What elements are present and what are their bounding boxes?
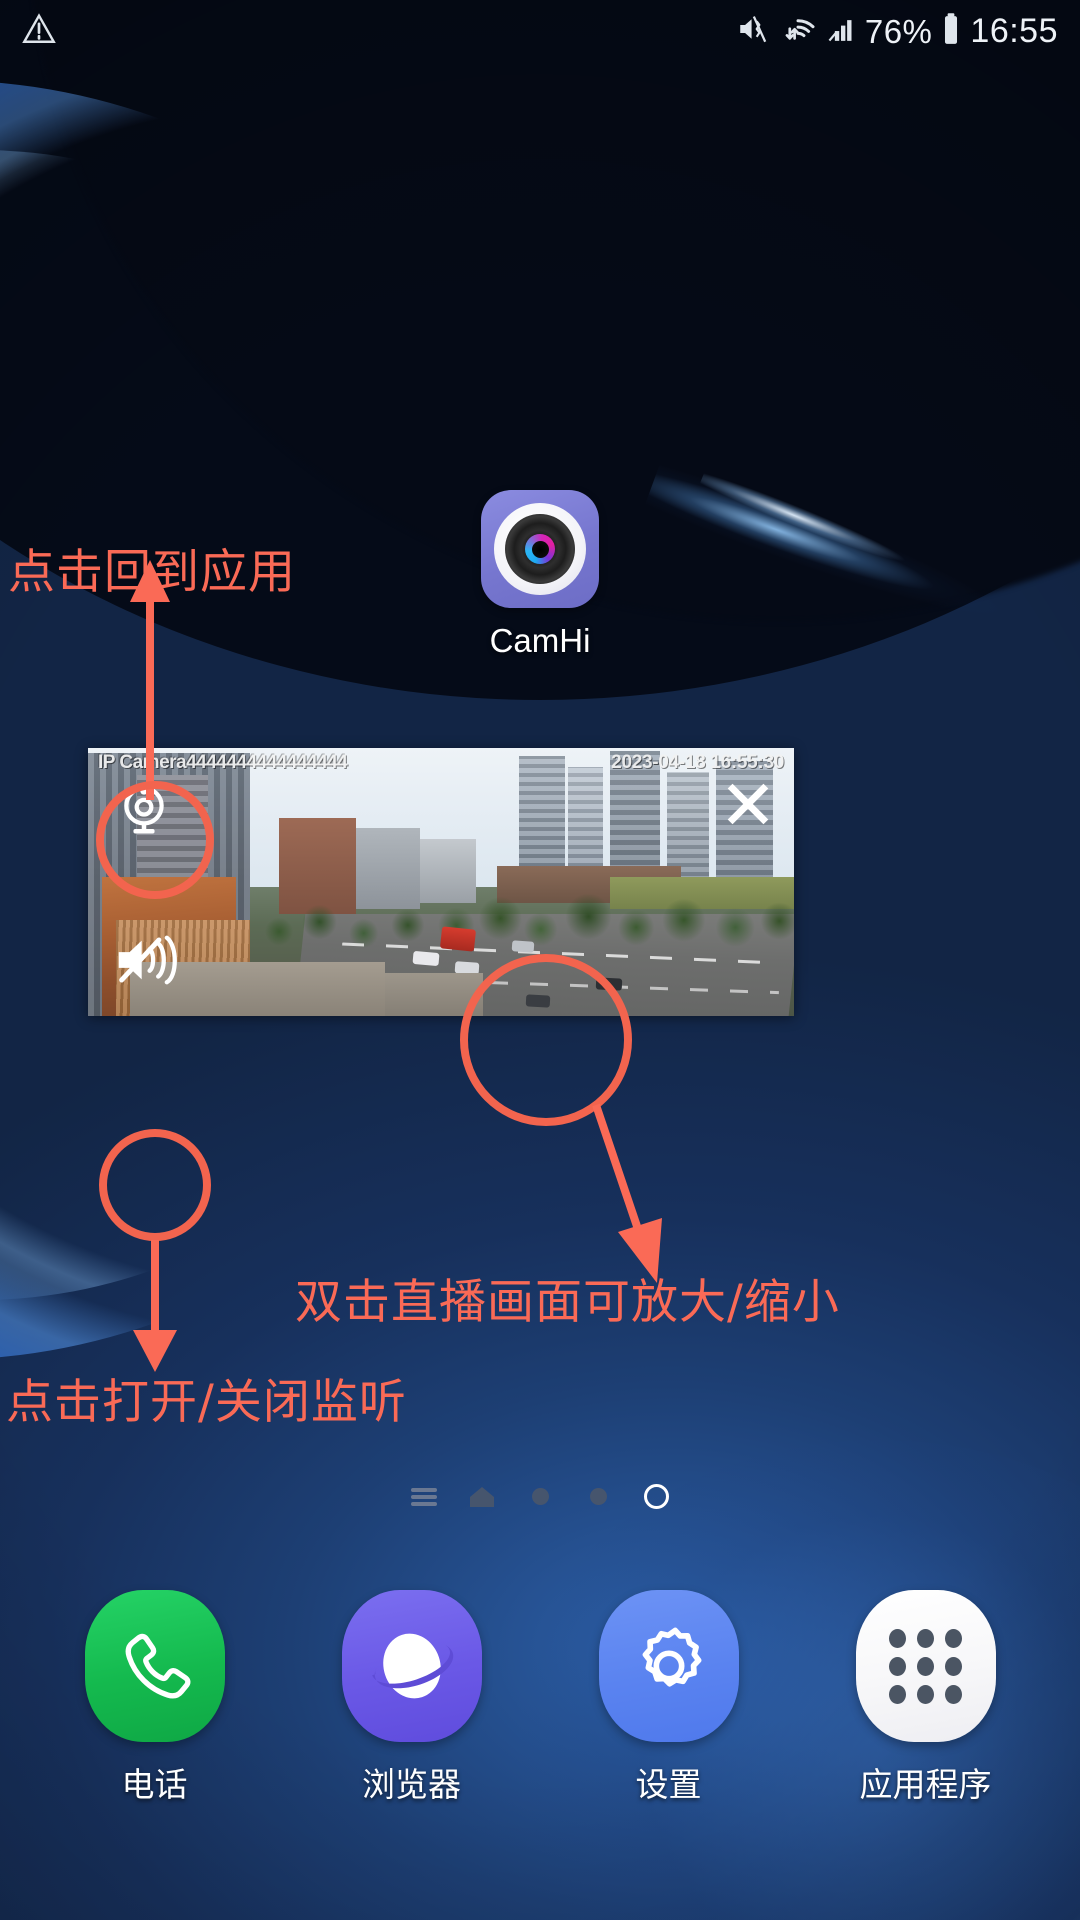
close-x-icon <box>727 783 769 825</box>
battery-icon <box>941 12 961 51</box>
page-indicator-home[interactable] <box>453 1485 511 1509</box>
camhi-white-ring <box>494 503 586 595</box>
page-indicator-active[interactable] <box>627 1484 685 1509</box>
camhi-lens-body <box>505 514 575 584</box>
dock-label-apps: 应用程序 <box>859 1766 992 1803</box>
app-label-camhi: CamHi <box>489 622 591 659</box>
camhi-pupil <box>531 540 549 558</box>
dock-label-phone: 电话 <box>121 1766 188 1803</box>
phone-icon <box>84 1590 225 1742</box>
video-osd-camera-name: IP Camera4444444444444444 <box>98 752 348 773</box>
phone-screen: 76% 16:55 CamHi IP Camera444444444444444… <box>0 0 1080 1920</box>
dock-item-apps[interactable]: 应用程序 <box>831 1590 1021 1806</box>
gear-icon <box>598 1590 739 1742</box>
dot-icon <box>589 1488 607 1505</box>
dock-item-phone[interactable]: 电话 <box>60 1590 250 1806</box>
browser-planet-icon <box>341 1590 482 1742</box>
dock-item-browser[interactable]: 浏览器 <box>317 1590 507 1806</box>
annotation-back-to-app: 点击回到应用 <box>8 545 296 600</box>
dock-label-browser: 浏览器 <box>362 1766 461 1803</box>
dock-label-settings: 设置 <box>635 1766 702 1803</box>
webcam-icon <box>124 786 164 834</box>
sound-off-vibrate-icon <box>736 12 770 51</box>
video-osd-timestamp: 2023-04-18 16:55:30 <box>611 752 784 773</box>
video-car <box>511 940 534 953</box>
wifi-transfer-icon <box>779 12 817 51</box>
page-indicator-dot-2[interactable] <box>569 1488 627 1505</box>
video-bus <box>439 925 477 952</box>
warning-triangle-icon <box>22 12 56 51</box>
video-car <box>596 977 623 992</box>
video-tree-row <box>257 882 441 963</box>
page-indicator-menu[interactable] <box>395 1487 453 1506</box>
menu-lines-icon <box>411 1487 437 1506</box>
video-camera-snapshot-button[interactable] <box>108 774 180 846</box>
dot-icon <box>531 1488 549 1505</box>
video-listen-toggle-button[interactable] <box>108 924 184 996</box>
annotation-toggle-listen: 点击打开/关闭监听 <box>6 1375 407 1430</box>
dock-item-settings[interactable]: 设置 <box>574 1590 764 1806</box>
active-circle-icon <box>643 1484 669 1509</box>
page-indicator <box>0 1484 1080 1509</box>
dock: 电话 浏览器 设置 应用程序 <box>0 1590 1080 1806</box>
camhi-iris <box>525 534 555 564</box>
video-car <box>412 950 440 966</box>
status-bar: 76% 16:55 <box>0 0 1080 62</box>
apps-grid-dots <box>889 1629 963 1704</box>
page-indicator-dot-1[interactable] <box>511 1488 569 1505</box>
video-close-button[interactable] <box>720 776 776 832</box>
video-car <box>525 993 551 1008</box>
status-bar-clock: 16:55 <box>970 12 1058 50</box>
app-icon-camhi[interactable]: CamHi <box>480 490 600 660</box>
apps-grid-icon <box>855 1590 996 1742</box>
cellular-signal-icon <box>826 12 856 51</box>
camera-lens-icon <box>481 490 599 608</box>
speaker-muted-icon <box>118 935 177 985</box>
home-icon <box>470 1486 494 1507</box>
battery-percent-label: 76% <box>864 12 933 50</box>
annotation-double-tap-zoom: 双击直播画面可放大/缩小 <box>295 1275 840 1330</box>
floating-video-window[interactable]: IP Camera4444444444444444 2023-04-18 16:… <box>88 748 794 1016</box>
